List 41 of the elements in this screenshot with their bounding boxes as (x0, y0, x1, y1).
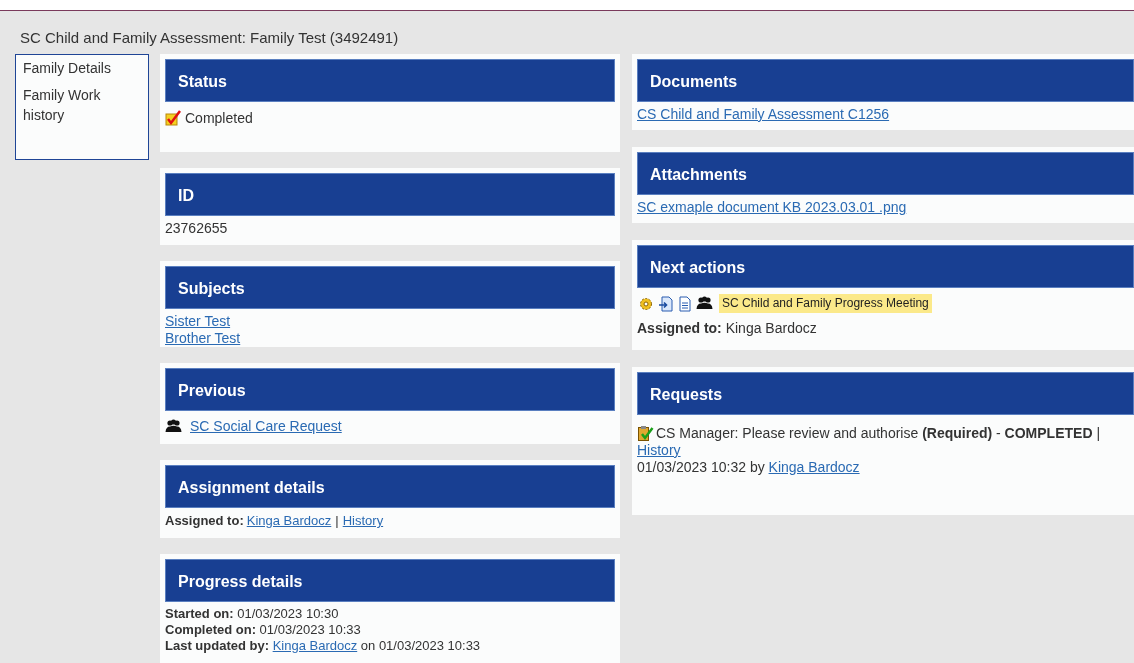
link[interactable]: Kinga Bardocz (768, 459, 860, 475)
section-header: Status (165, 59, 615, 102)
section-header: Requests (637, 372, 1134, 415)
link[interactable]: SC exmaple document KB 2023.03.01 .png (637, 199, 907, 216)
link[interactable]: Brother Test (165, 330, 241, 347)
link[interactable]: Kinga Bardocz (272, 638, 358, 653)
link[interactable]: History (637, 442, 681, 459)
link[interactable]: Kinga Bardocz (246, 512, 332, 529)
link[interactable]: History (342, 512, 384, 529)
people-icon (696, 296, 713, 311)
section-header: Subjects (165, 266, 615, 309)
nav-link[interactable]: Family Details (23, 58, 111, 78)
section-header: Progress details (165, 559, 615, 602)
gear-icon (638, 295, 654, 312)
section-header: Documents (637, 59, 1134, 102)
document-icon (678, 295, 692, 312)
page-title: SC Child and Family Assessment: Family Test (3492491) (20, 28, 400, 48)
document-arrow-icon (658, 295, 674, 312)
progress-line: Started on: 01/03/2023 10:30 (165, 606, 339, 622)
section-header: Assignment details (165, 465, 615, 508)
assigned-text: Assigned to: Kinga Bardocz (637, 320, 817, 337)
status-text: Completed (185, 110, 253, 127)
separator: | (335, 512, 339, 529)
assigned-label: Assigned to: (165, 512, 244, 529)
link[interactable]: Sister Test (165, 313, 231, 330)
request-text: CS Manager: Please review and authorise (Required) - COMPLETED | (656, 425, 1101, 442)
request-meta: 01/03/2023 10:32 by Kinga Bardocz (637, 459, 860, 476)
link[interactable]: CS Child and Family Assessment C1256 (637, 106, 890, 123)
section-header: Previous (165, 368, 615, 411)
action-link[interactable]: SC Child and Family Progress Meeting (719, 294, 932, 313)
link[interactable]: SC Social Care Request (190, 418, 342, 435)
section-header: ID (165, 173, 615, 216)
id-value: 23762655 (165, 220, 228, 237)
nav-link[interactable]: Family Work history (23, 85, 141, 125)
progress-line: Completed on: 01/03/2023 10:33 (165, 622, 361, 638)
section-header: Attachments (637, 152, 1134, 195)
clipboard-check-icon (637, 425, 654, 442)
section-header: Next actions (637, 245, 1134, 288)
progress-line: Last updated by: Kinga Bardocz on 01/03/2023 10:33 (165, 638, 481, 654)
people-icon (165, 419, 182, 434)
status-icon (165, 110, 182, 127)
